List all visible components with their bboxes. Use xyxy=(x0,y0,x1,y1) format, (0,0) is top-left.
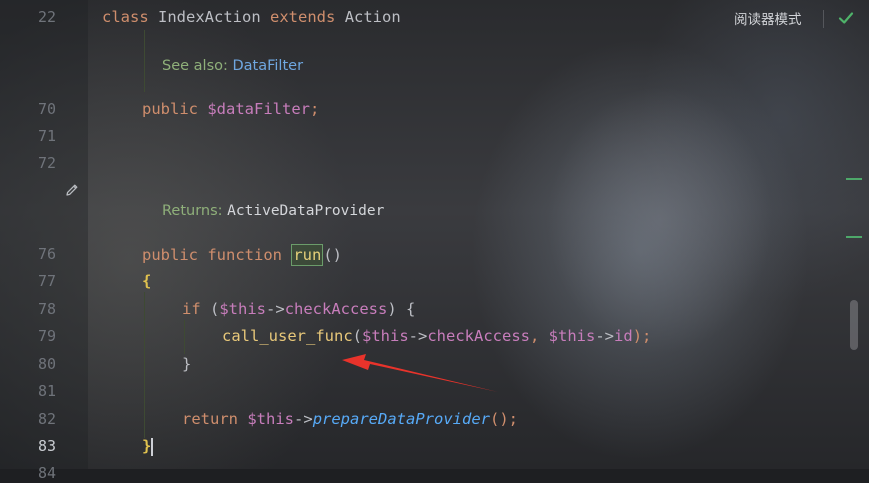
annotation-arrow-icon xyxy=(342,354,498,392)
keyword: function xyxy=(207,246,282,264)
line-number: 22 xyxy=(37,8,56,26)
reader-mode-button[interactable]: 阅读器模式 xyxy=(734,8,802,28)
parent-class-name: Action xyxy=(344,8,401,26)
class-name: IndexAction xyxy=(158,8,261,26)
doc-link-datafilter[interactable]: DataFilter xyxy=(233,58,304,74)
indent-guide xyxy=(184,320,185,354)
code-line-80[interactable]: } xyxy=(182,354,191,374)
punctuation: ( xyxy=(200,300,220,318)
change-marker[interactable] xyxy=(846,178,862,180)
punctuation: , xyxy=(530,327,549,345)
variable: $this xyxy=(247,410,295,428)
code-line-82[interactable]: return $this->prepareDataProvider(); xyxy=(182,409,518,429)
keyword: class xyxy=(102,8,149,26)
code-line-77[interactable]: { xyxy=(142,271,151,291)
operator: -> xyxy=(266,300,285,318)
doc-label: Returns: xyxy=(162,203,223,219)
line-number: 77 xyxy=(37,272,56,290)
operator: -> xyxy=(595,327,615,345)
punctuation: () xyxy=(323,246,343,264)
keyword: return xyxy=(182,410,238,428)
pencil-icon[interactable] xyxy=(64,182,80,198)
line-number: 78 xyxy=(37,300,56,318)
scrollbar-thumb[interactable] xyxy=(850,300,858,350)
line-number: 70 xyxy=(37,100,56,118)
punctuation: ); xyxy=(632,327,652,345)
brace: } xyxy=(182,355,192,373)
line-number: 71 xyxy=(37,127,56,145)
operator: -> xyxy=(294,410,313,428)
variable: $this xyxy=(548,327,596,345)
property: checkAccess xyxy=(284,300,388,318)
keyword: if xyxy=(182,300,201,318)
line-number-current: 83 xyxy=(37,437,56,455)
vertical-scrollbar[interactable] xyxy=(852,0,869,469)
change-marker[interactable] xyxy=(846,236,862,238)
line-number: 82 xyxy=(37,410,56,428)
code-line-83[interactable]: } xyxy=(142,436,154,456)
doc-returns: Returns: ActiveDataProvider xyxy=(162,201,384,221)
variable: $this xyxy=(219,300,267,318)
text-cursor xyxy=(151,437,154,456)
code-line-78[interactable]: if ($this->checkAccess) { xyxy=(182,299,415,319)
keyword: extends xyxy=(270,8,336,26)
line-number: 76 xyxy=(37,245,56,263)
line-number: 80 xyxy=(37,355,56,373)
matched-brace: { xyxy=(142,272,152,290)
line-number: 72 xyxy=(37,154,56,172)
doc-label: See also: xyxy=(162,58,228,74)
keyword: public xyxy=(142,246,198,264)
indent-guide xyxy=(144,30,145,92)
doc-return-type: ActiveDataProvider xyxy=(227,203,385,219)
indent-guide xyxy=(144,292,145,438)
punctuation: (); xyxy=(490,410,518,428)
variable: $dataFilter xyxy=(207,100,310,118)
method-call: prepareDataProvider xyxy=(312,410,490,428)
code-line-76[interactable]: public function run() xyxy=(142,244,342,266)
code-line-70[interactable]: public $dataFilter; xyxy=(142,99,319,119)
line-number: 81 xyxy=(37,382,56,400)
function-name-highlighted[interactable]: run xyxy=(291,244,324,266)
toolbar-divider xyxy=(823,10,824,28)
line-number: 79 xyxy=(37,327,56,345)
property: id xyxy=(614,327,633,345)
punctuation: ; xyxy=(310,100,320,118)
code-line-22[interactable]: class IndexAction extends Action xyxy=(102,7,401,27)
punctuation: ) { xyxy=(387,300,416,318)
doc-see-also: See also: DataFilter xyxy=(162,56,303,76)
matched-brace: } xyxy=(142,437,152,455)
line-number: 84 xyxy=(37,464,56,482)
keyword: public xyxy=(142,100,198,118)
